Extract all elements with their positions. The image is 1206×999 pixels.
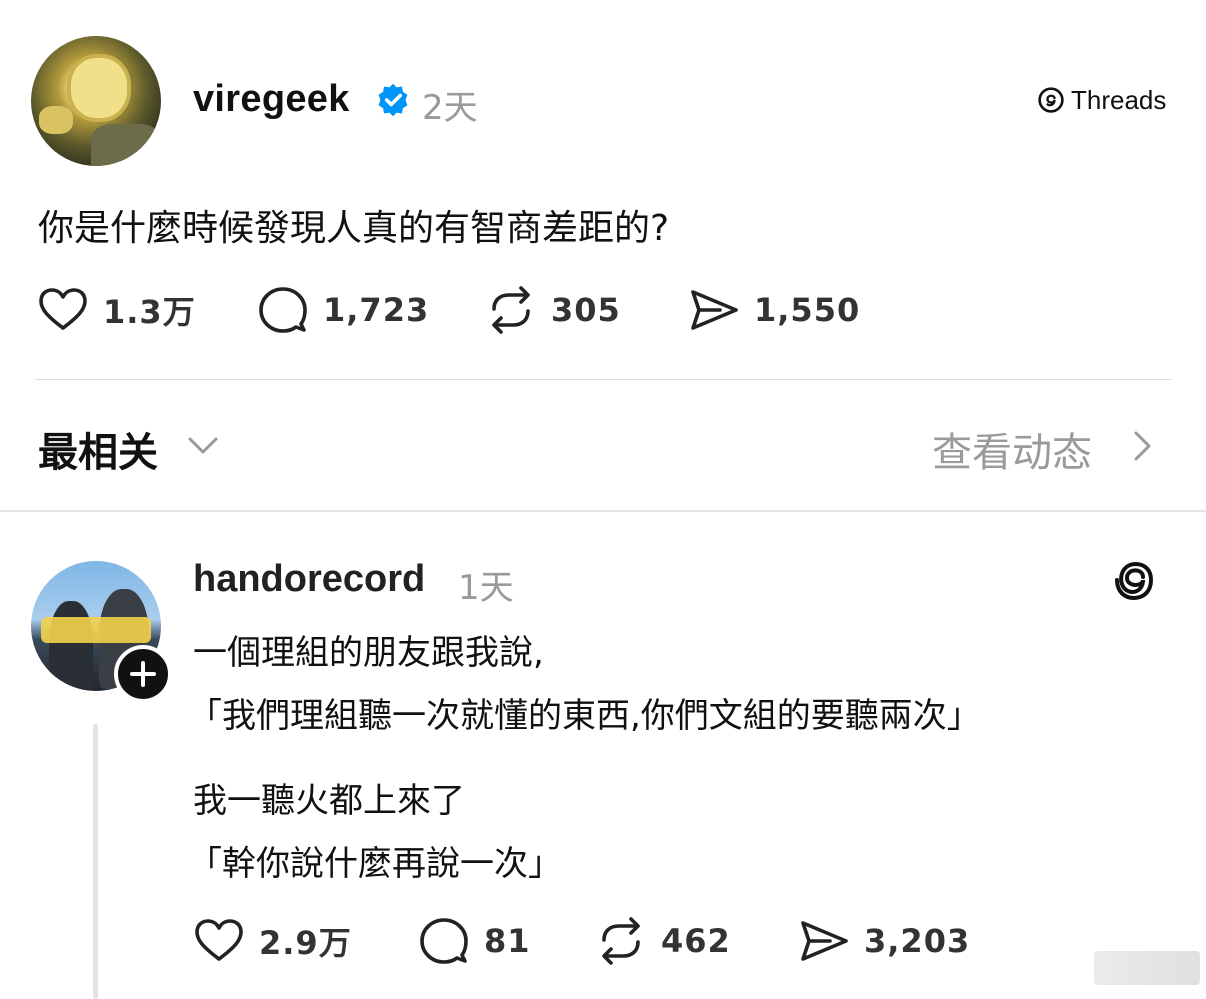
repost-icon <box>602 917 640 965</box>
reply-comment-count: 81 <box>484 922 531 960</box>
comment-icon <box>420 918 468 964</box>
repost-icon <box>492 286 530 334</box>
reply-text-line: 我一聽火都上來了 <box>193 781 465 821</box>
sort-dropdown[interactable]: 最相关 <box>38 420 158 478</box>
section-divider <box>0 510 1206 512</box>
reply-like-button[interactable]: 2.9万 <box>193 915 352 967</box>
heart-icon <box>195 919 243 961</box>
plus-icon <box>130 661 156 687</box>
watermark <box>1094 951 1200 985</box>
comment-count: 1,723 <box>323 291 430 329</box>
like-count: 1.3万 <box>103 293 196 331</box>
reply-timestamp: 1天 <box>458 568 514 608</box>
follow-button[interactable] <box>114 645 172 703</box>
share-icon <box>691 290 738 330</box>
thread-line <box>93 724 98 999</box>
share-button[interactable]: 1,550 <box>688 284 860 336</box>
reply-text-line: 一個理組的朋友跟我說, <box>193 633 544 673</box>
share-count: 1,550 <box>754 291 861 329</box>
threads-logo-icon <box>1038 87 1064 113</box>
reply-repost-count: 462 <box>661 922 731 960</box>
chevron-down-icon[interactable] <box>186 432 220 458</box>
share-icon <box>801 921 848 961</box>
reply-repost-button[interactable]: 462 <box>595 915 731 967</box>
chevron-right-icon[interactable] <box>1128 428 1156 464</box>
post-text: 你是什麼時候發現人真的有智商差距的? <box>38 208 670 249</box>
divider <box>35 379 1171 380</box>
post-timestamp: 2天 <box>422 88 478 128</box>
threads-logo-icon[interactable] <box>1110 556 1158 604</box>
reply-username[interactable]: handorecord <box>193 558 425 601</box>
verified-badge-icon <box>378 83 408 117</box>
repost-count: 305 <box>551 291 621 329</box>
reply-comment-button[interactable]: 81 <box>418 915 531 967</box>
author-username[interactable]: viregeek <box>193 78 350 121</box>
reply-like-count: 2.9万 <box>259 924 352 962</box>
like-button[interactable]: 1.3万 <box>37 284 196 336</box>
view-activity-link[interactable]: 查看动态 <box>932 420 1092 478</box>
reply-text-line: 「我們理組聽一次就懂的東西,你們文組的要聽兩次」 <box>188 696 981 736</box>
author-avatar[interactable] <box>31 36 161 166</box>
open-in-threads-link[interactable]: Threads <box>1037 84 1166 116</box>
reply-text-line: 「幹你說什麼再說一次」 <box>188 844 562 884</box>
reply-share-count: 3,203 <box>864 922 971 960</box>
comment-button[interactable]: 1,723 <box>257 284 429 336</box>
comment-icon <box>259 287 307 333</box>
heart-icon <box>39 288 87 330</box>
repost-button[interactable]: 305 <box>485 284 621 336</box>
reply-share-button[interactable]: 3,203 <box>798 915 970 967</box>
threads-label: Threads <box>1071 84 1167 115</box>
